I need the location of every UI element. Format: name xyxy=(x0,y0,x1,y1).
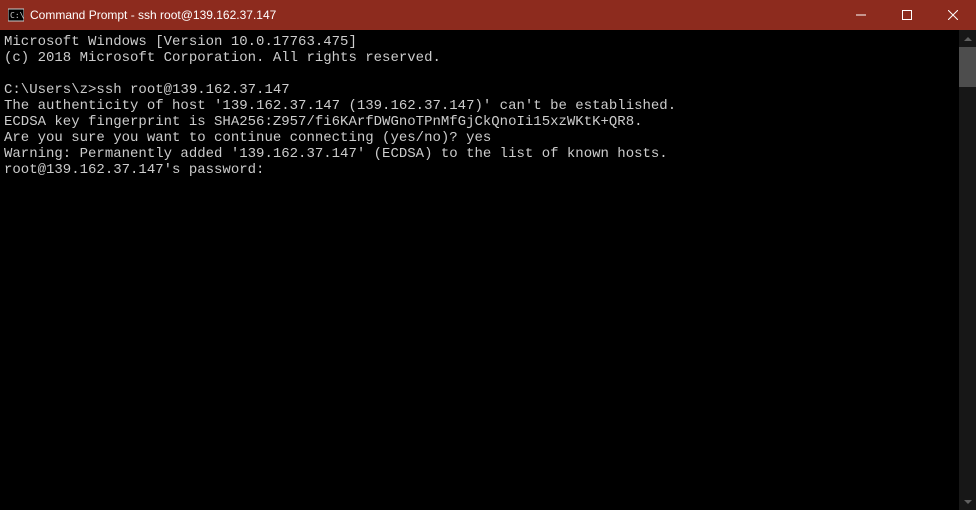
minimize-button[interactable] xyxy=(838,0,884,30)
window-title: Command Prompt - ssh root@139.162.37.147 xyxy=(30,8,838,22)
terminal-output[interactable]: Microsoft Windows [Version 10.0.17763.47… xyxy=(0,30,959,510)
scrollbar-thumb[interactable] xyxy=(959,47,976,87)
titlebar[interactable]: C:\ Command Prompt - ssh root@139.162.37… xyxy=(0,0,976,30)
window-controls xyxy=(838,0,976,30)
svg-text:C:\: C:\ xyxy=(10,11,24,20)
cmd-icon: C:\ xyxy=(8,7,24,23)
scrollbar[interactable] xyxy=(959,30,976,510)
maximize-button[interactable] xyxy=(884,0,930,30)
scrollbar-down-button[interactable] xyxy=(959,493,976,510)
scrollbar-up-button[interactable] xyxy=(959,30,976,47)
terminal-area: Microsoft Windows [Version 10.0.17763.47… xyxy=(0,30,976,510)
close-button[interactable] xyxy=(930,0,976,30)
